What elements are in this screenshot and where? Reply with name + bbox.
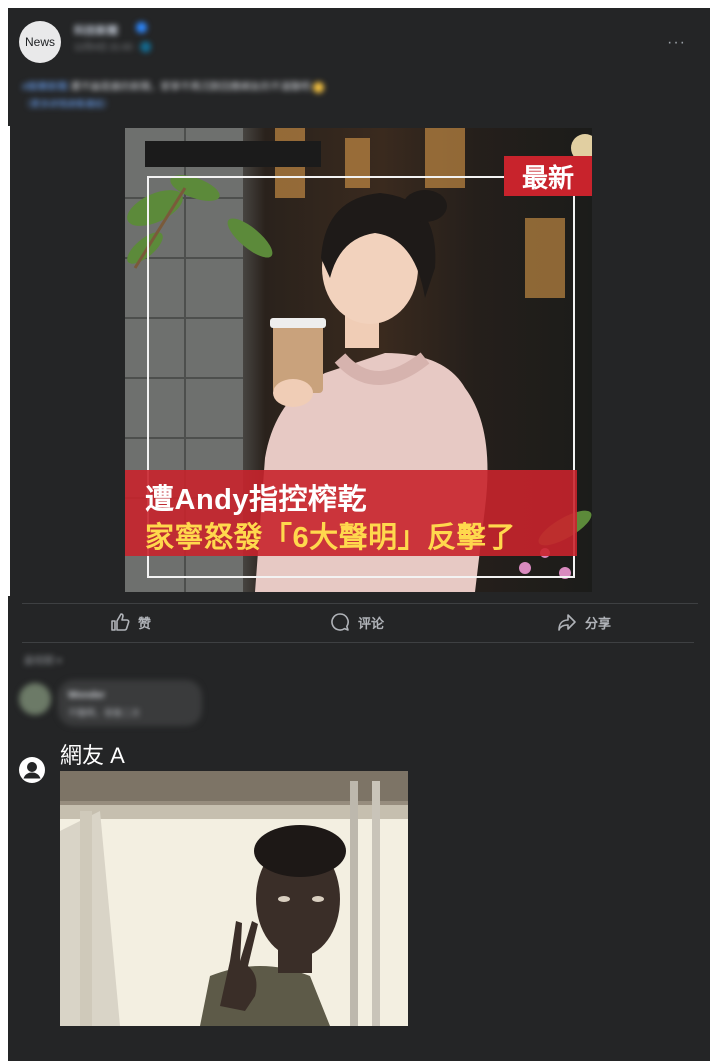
post-caption: #娛樂新聞 遭不論是誰的新聞，家寧不再沉默回應網友的不滿聲明 <box>22 78 325 93</box>
emoji-icon <box>313 81 325 93</box>
reply-user-name[interactable]: 網友 A <box>60 738 125 770</box>
post-image[interactable]: 最新 遭Andy指控榨乾 家寧怒發「6大聲明」反擊了 <box>125 128 592 592</box>
more-options-icon[interactable]: ··· <box>667 34 686 52</box>
redaction-bar <box>145 141 321 167</box>
caption-text: 遭不論是誰的新聞，家寧不再沉默回應網友的不滿聲明 <box>67 82 311 93</box>
comment-button[interactable]: 评论 <box>330 612 384 632</box>
page-avatar[interactable]: News <box>19 21 61 63</box>
comment-text: 不醜啊，很像二次 <box>68 708 141 718</box>
divider-top <box>22 603 698 604</box>
headline-line-1: 遭Andy指控榨乾 <box>145 484 368 516</box>
latest-badge: 最新 <box>504 156 592 196</box>
comment-label: 评论 <box>358 615 385 631</box>
headline-line-2: 家寧怒發「6大聲明」反擊了 <box>145 522 516 554</box>
user-avatar-icon <box>19 757 45 783</box>
caption-hashtag[interactable]: #娛樂新聞 <box>22 82 68 93</box>
avatar-label: News <box>24 35 55 49</box>
verified-badge-icon <box>136 22 147 33</box>
commenter-avatar[interactable] <box>19 683 51 715</box>
share-label: 分享 <box>585 615 612 631</box>
comment-bubble <box>58 680 202 726</box>
post-meta[interactable]: 12月4日 21:43 · 🌐 <box>74 40 151 53</box>
reply-image[interactable] <box>60 771 408 1026</box>
author-name[interactable]: 科技新聞 <box>74 22 118 38</box>
divider-bottom <box>22 642 694 643</box>
share-button[interactable]: 分享 <box>557 612 611 632</box>
commenter-name[interactable]: Wonder <box>68 690 105 701</box>
like-label: 赞 <box>138 615 152 631</box>
comment-sort-dropdown[interactable]: 最相關 ▾ <box>24 652 62 667</box>
comment-icon <box>331 613 349 631</box>
share-icon <box>558 614 576 631</box>
caption-link[interactable]: （更多詳情請看連結） <box>22 97 112 110</box>
thumbs-up-icon <box>111 613 130 631</box>
reply-photo-illustration <box>60 771 408 1026</box>
like-button[interactable]: 赞 <box>110 612 151 632</box>
